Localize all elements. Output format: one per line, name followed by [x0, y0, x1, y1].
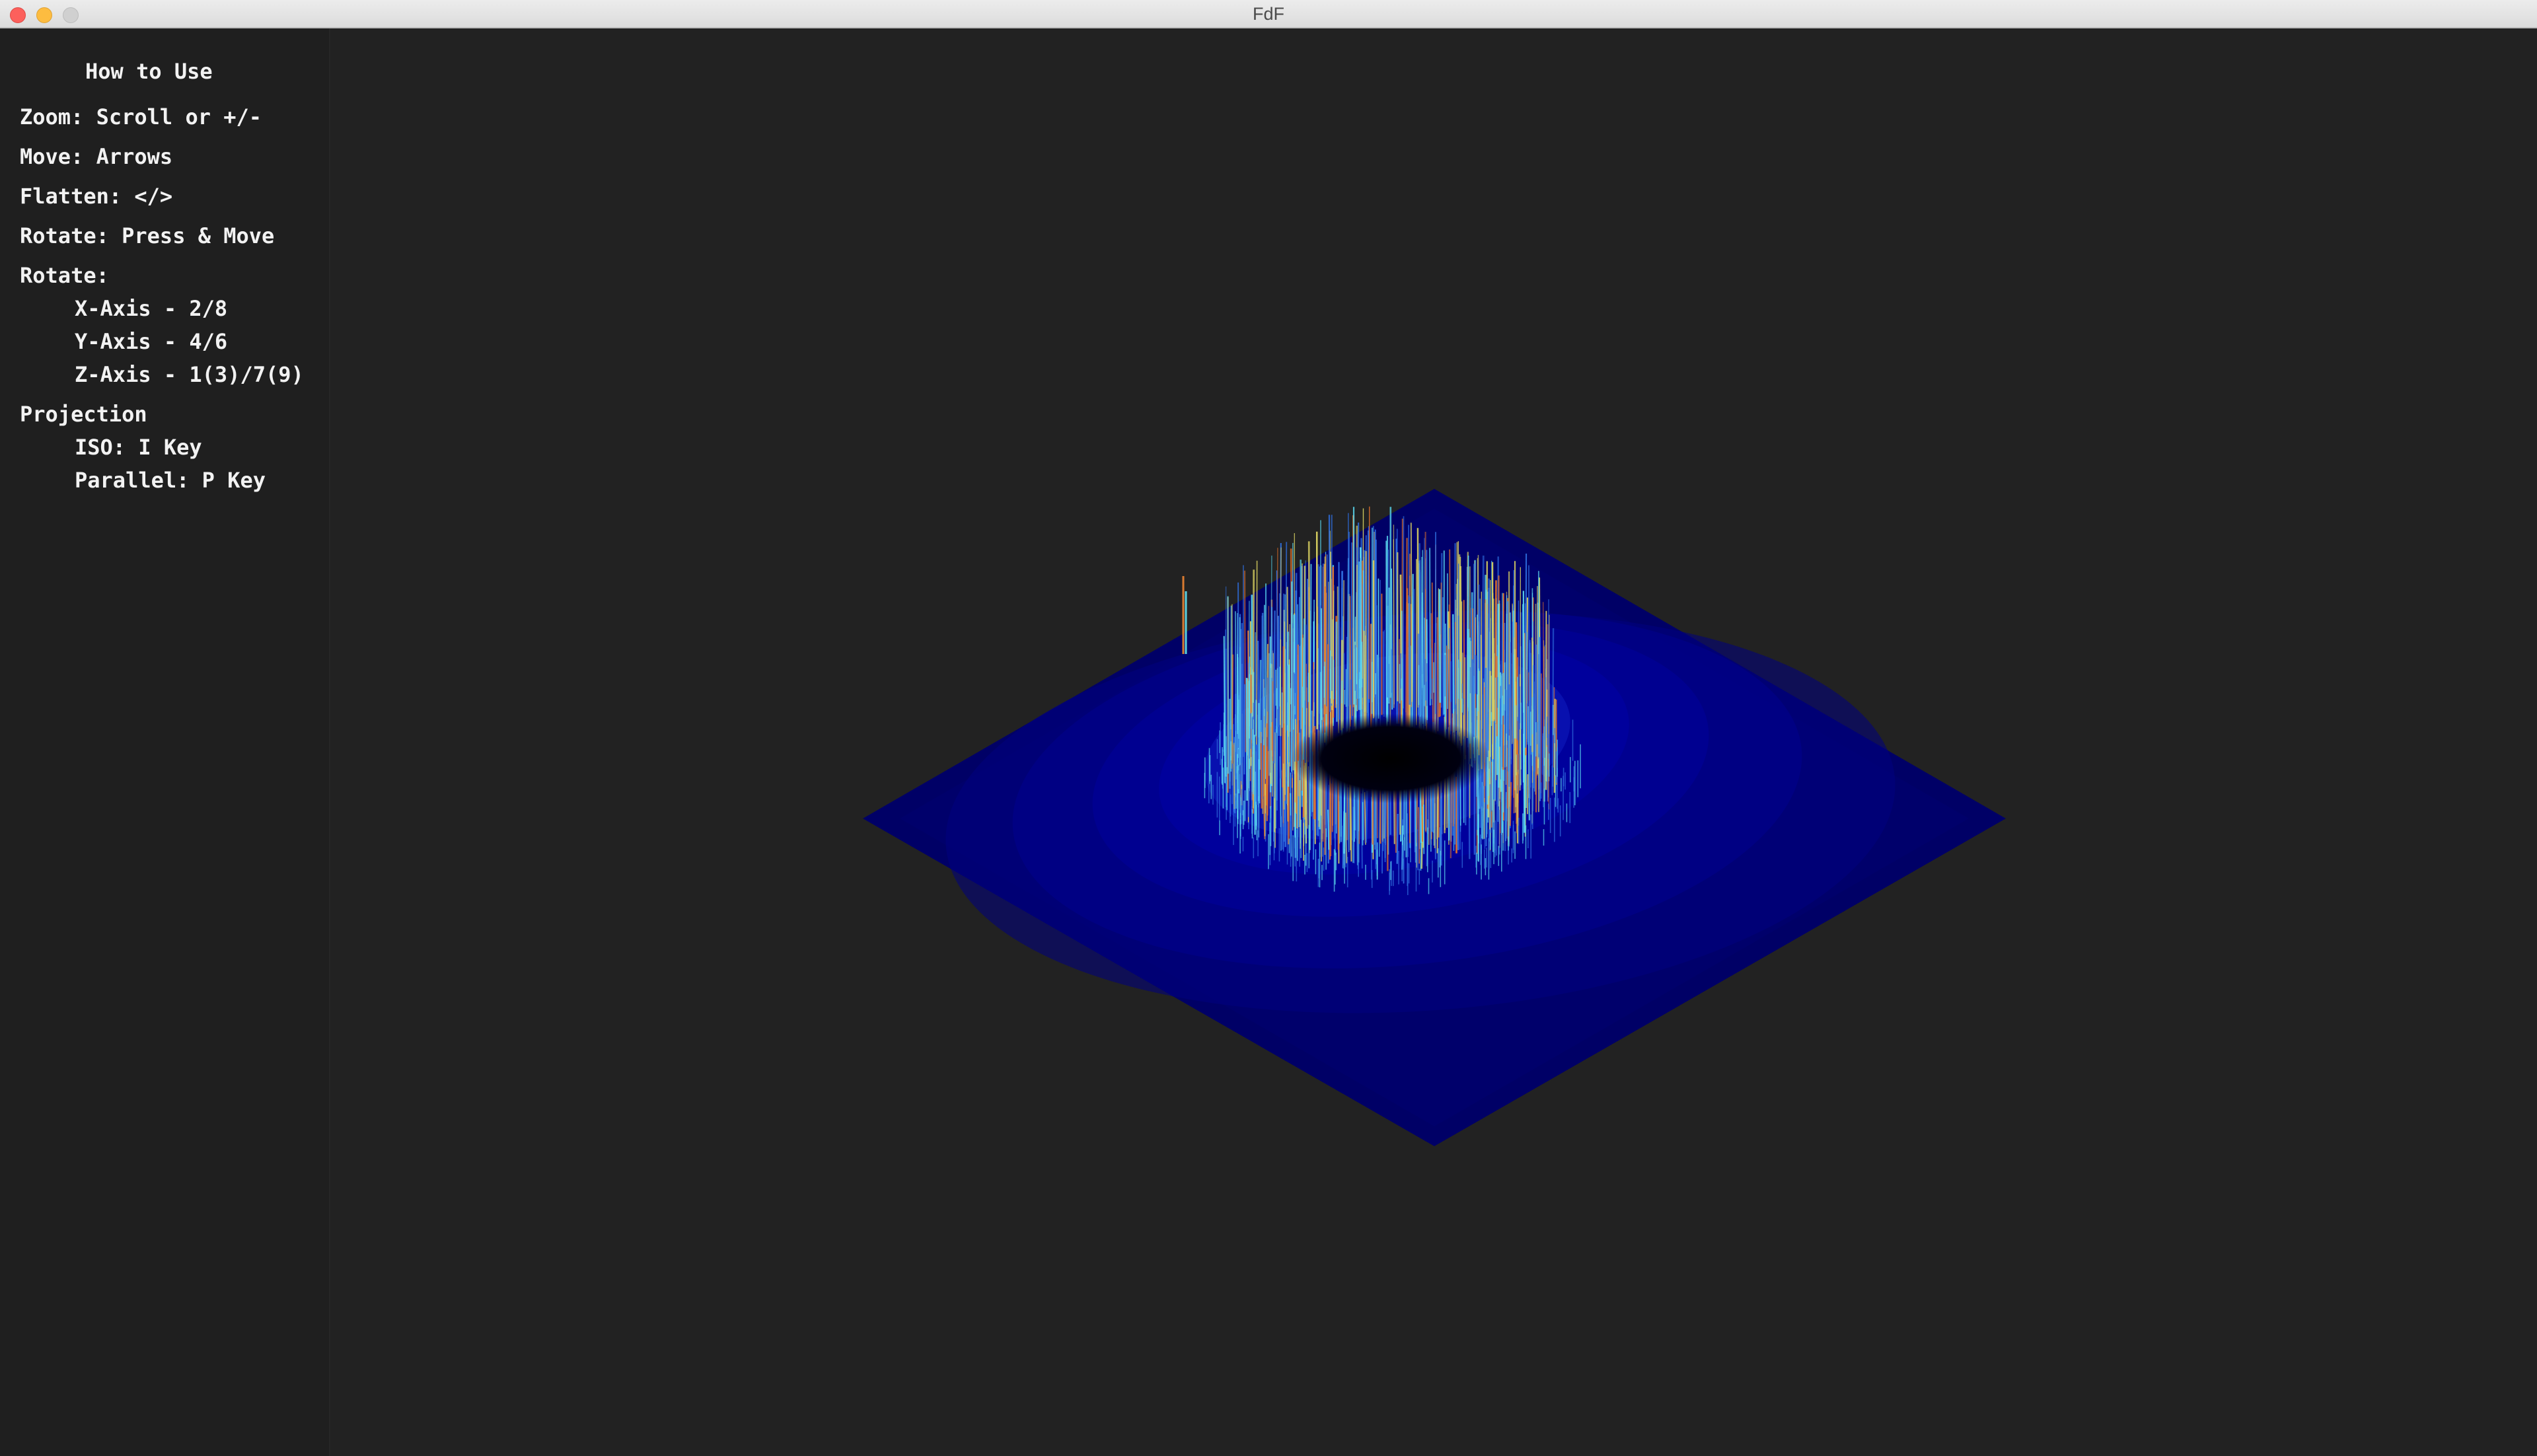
terrain-spike — [1284, 621, 1286, 795]
help-x-axis: X-Axis - 2/8 — [75, 296, 228, 321]
terrain-spike — [1403, 516, 1405, 709]
help-flatten: Flatten: </> — [20, 184, 173, 209]
terrain-spike — [1292, 774, 1294, 831]
help-y-axis: Y-Axis - 4/6 — [75, 329, 228, 354]
terrain-spike — [1309, 564, 1312, 750]
terrain-spike — [1553, 687, 1555, 768]
render-viewport[interactable] — [330, 28, 2537, 1456]
terrain-spike — [1509, 782, 1512, 826]
terrain-spike — [1287, 664, 1290, 787]
terrain-spike — [1491, 562, 1494, 718]
terrain-spike — [1454, 622, 1457, 705]
help-parallel: Parallel: P Key — [75, 468, 266, 493]
app-window: FdF How to Use Zoom: Scroll or +/- Move:… — [0, 0, 2537, 1456]
title-bar[interactable]: FdF — [0, 0, 2537, 28]
terrain-spike — [1243, 684, 1246, 775]
crater-hole — [1292, 713, 1490, 803]
terrain-spike — [1494, 723, 1497, 801]
wireframe-map[interactable] — [330, 28, 2537, 1456]
window-title: FdF — [1252, 4, 1284, 24]
terrain-spike — [1300, 560, 1303, 729]
terrain-spike — [1459, 556, 1461, 755]
terrain-spike — [1422, 592, 1424, 724]
terrain-spike — [1446, 645, 1448, 730]
terrain-spike — [1396, 813, 1399, 864]
help-move: Move: Arrows — [20, 144, 173, 169]
terrain-spike — [1260, 731, 1263, 809]
terrain-spike — [1416, 829, 1419, 871]
help-rotate-mouse: Rotate: Press & Move — [20, 223, 275, 248]
terrain-spike — [1479, 616, 1481, 733]
terrain-spike — [1368, 506, 1370, 700]
help-sidebar: How to Use Zoom: Scroll or +/- Move: Arr… — [0, 28, 330, 1456]
terrain-spike — [1233, 743, 1235, 809]
terrain-spike — [1497, 604, 1500, 788]
terrain-spike — [1504, 770, 1506, 852]
terrain-spike — [1231, 604, 1233, 786]
terrain-spike — [1408, 597, 1411, 705]
terrain-spike — [1442, 597, 1445, 715]
terrain-spike — [1382, 631, 1385, 717]
terrain-spike — [1227, 596, 1230, 774]
help-projection: Projection — [20, 402, 147, 427]
terrain-spike — [1418, 807, 1420, 864]
help-rotate-keys: Rotate: — [20, 263, 109, 288]
terrain-spike — [1498, 809, 1500, 855]
terrain-spike — [1516, 622, 1518, 755]
terrain-spike — [1513, 738, 1516, 814]
terrain-spike — [1251, 743, 1253, 813]
terrain-spike — [1393, 525, 1395, 705]
terrain-spike — [1350, 542, 1353, 720]
terrain-spike — [1352, 628, 1354, 716]
terrain-spike — [1277, 616, 1280, 736]
terrain-spike — [1338, 562, 1340, 720]
help-iso: ISO: I Key — [75, 435, 202, 460]
terrain-spike — [1508, 735, 1510, 845]
terrain-spike — [1413, 589, 1416, 732]
help-zoom: Zoom: Scroll or +/- — [20, 104, 262, 129]
terrain-spike — [1263, 604, 1265, 746]
terrain-spike — [1359, 547, 1362, 737]
terrain-spike — [1263, 795, 1266, 840]
help-z-axis: Z-Axis - 1(3)/7(9) — [75, 362, 304, 387]
help-heading: How to Use — [85, 59, 213, 84]
